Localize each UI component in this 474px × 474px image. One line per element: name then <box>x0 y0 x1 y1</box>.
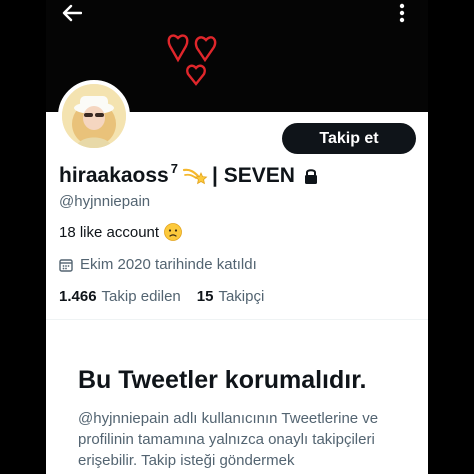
protected-tweets-description: @hyjnniepain adlı kullanıcının Tweetleri… <box>78 410 379 469</box>
following-label: Takip edilen <box>101 288 181 305</box>
bio: 18 like account <box>59 223 182 241</box>
user-handle: @hyjnniepain <box>59 193 151 210</box>
followers-number: 15 <box>196 288 214 305</box>
follow-stats: 1.466 Takip edilen 15 Takipçi <box>59 288 264 305</box>
display-name-suffix: | SEVEN <box>211 164 295 187</box>
following-number: 1.466 <box>59 288 97 305</box>
top-bar <box>0 0 474 28</box>
lock-icon <box>303 167 319 185</box>
arrow-left-icon <box>62 4 82 22</box>
vertical-dots-icon <box>399 3 405 23</box>
display-name-text: hiraakaoss <box>59 164 169 187</box>
bio-text: 18 like account <box>59 223 160 241</box>
followers-count[interactable]: 15 Takipçi <box>197 288 265 305</box>
slightly-frowning-face-icon <box>164 223 182 241</box>
avatar[interactable] <box>58 80 130 152</box>
back-button[interactable] <box>58 1 86 25</box>
avatar-image <box>62 84 126 148</box>
protected-tweets-title: Bu Tweetler korumalıdır. <box>78 366 367 394</box>
join-date: Ekim 2020 tarihinde katıldı <box>59 256 257 273</box>
dizzy-comet-icon <box>182 165 208 187</box>
section-divider <box>46 319 428 320</box>
calendar-icon <box>59 258 73 272</box>
followers-label: Takipçi <box>218 288 265 305</box>
profile-screen: Takip et hiraakaoss 7 | SEVEN @hyjnniepai… <box>0 0 474 474</box>
display-name-superscript: 7 <box>170 160 178 176</box>
following-count[interactable]: 1.466 Takip edilen <box>59 288 181 305</box>
display-name: hiraakaoss 7 | SEVEN <box>59 160 319 190</box>
join-date-text: Ekim 2020 tarihinde katıldı <box>80 256 257 273</box>
hearts-doodle <box>167 34 217 86</box>
more-options-button[interactable] <box>390 1 414 25</box>
follow-button[interactable]: Takip et <box>282 123 416 154</box>
